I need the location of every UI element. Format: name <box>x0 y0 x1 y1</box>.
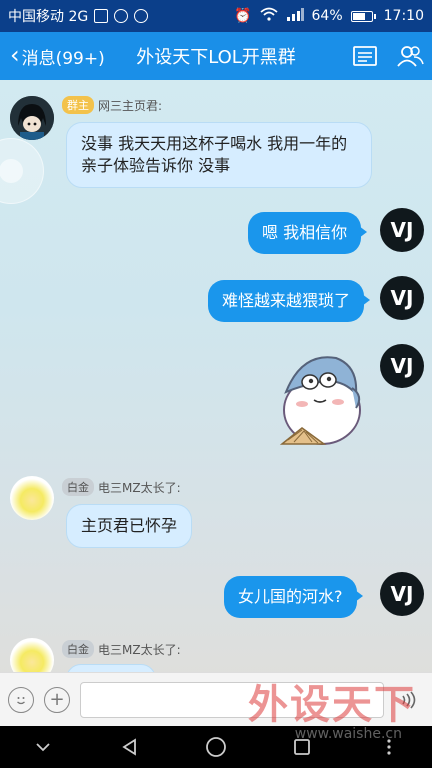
sticker-message[interactable] <box>272 348 368 462</box>
sender-line: 白金 电三MZ太长了: <box>62 478 181 496</box>
app-notification-icon <box>114 9 129 23</box>
avatar[interactable] <box>10 476 54 520</box>
alarm-icon: ⏰ <box>234 8 252 24</box>
message-bubble[interactable]: 女儿国的河水? <box>224 576 362 618</box>
chevron-left-icon: ‹ <box>10 41 20 69</box>
chat-area[interactable]: 群主 网三主页君: 没事 我天天用这杯子喝水 我用一年的亲子体验告诉你 没事 嗯… <box>0 80 432 672</box>
role-badge: 群主 <box>62 96 94 114</box>
qq-notification-icon <box>134 9 149 23</box>
sender-line: 群主 网三主页君: <box>62 96 162 114</box>
clock: 17:10 <box>383 8 424 24</box>
sender-name: 网三主页君: <box>98 98 163 113</box>
back-button[interactable]: ‹ 消息(99+) <box>10 41 105 69</box>
hide-keyboard-button[interactable] <box>23 732 63 762</box>
home-circle-icon <box>206 737 226 757</box>
smiley-icon <box>17 696 25 704</box>
avatar[interactable]: VJ <box>380 572 424 616</box>
battery-percent: 64% <box>311 8 343 24</box>
battery-icon <box>350 10 376 22</box>
input-bar: + <box>0 672 432 726</box>
voice-button[interactable] <box>394 685 424 715</box>
group-members-icon[interactable] <box>396 45 424 67</box>
back-nav-button[interactable] <box>110 732 150 762</box>
system-nav-bar <box>0 726 432 768</box>
message-bubble[interactable]: 嗯 我相信你 <box>248 212 368 254</box>
more-vertical-icon <box>387 739 391 755</box>
chat-title: 外设天下LOL开黑群 <box>136 47 296 68</box>
avatar[interactable] <box>10 96 54 140</box>
plus-button[interactable]: + <box>44 686 70 713</box>
message-input[interactable] <box>80 681 384 718</box>
emoji-button[interactable] <box>8 686 34 713</box>
group-notice-icon[interactable] <box>352 45 378 67</box>
status-bar: 中国移动 2G ⏰ 64% 17:10 <box>0 0 432 32</box>
role-badge: 白金 <box>62 478 94 496</box>
title-bar: ‹ 消息(99+) 外设天下LOL开黑群 <box>0 32 432 80</box>
avatar[interactable]: VJ <box>380 208 424 252</box>
message-bubble[interactable] <box>66 664 156 672</box>
floating-assistant-button[interactable] <box>0 138 44 204</box>
message-bubble[interactable]: 没事 我天天用这杯子喝水 我用一年的亲子体验告诉你 没事 <box>66 122 372 188</box>
sender-line: 白金 电三MZ太长了: <box>62 640 181 658</box>
plus-icon: + <box>49 689 65 710</box>
square-recents-icon <box>294 739 311 755</box>
message-bubble[interactable]: 难怪越来越猥琐了 <box>208 280 371 322</box>
signal-icon <box>286 7 304 25</box>
avatar[interactable] <box>10 638 54 672</box>
home-nav-button[interactable] <box>196 732 236 762</box>
image-icon <box>94 9 109 23</box>
chevron-down-icon <box>36 743 50 752</box>
avatar[interactable]: VJ <box>380 344 424 388</box>
triangle-back-icon <box>121 738 136 756</box>
recents-nav-button[interactable] <box>282 732 322 762</box>
sender-name: 电三MZ太长了: <box>98 480 181 495</box>
avatar[interactable]: VJ <box>380 276 424 320</box>
back-label: 消息(99+) <box>21 48 105 69</box>
wifi-icon <box>259 7 278 25</box>
message-bubble[interactable]: 主页君已怀孕 <box>66 504 193 548</box>
menu-nav-button[interactable] <box>369 732 409 762</box>
voice-icon <box>402 690 416 709</box>
carrier-label: 中国移动 2G <box>8 9 89 25</box>
role-badge: 白金 <box>62 640 94 658</box>
sender-name: 电三MZ太长了: <box>98 642 181 657</box>
